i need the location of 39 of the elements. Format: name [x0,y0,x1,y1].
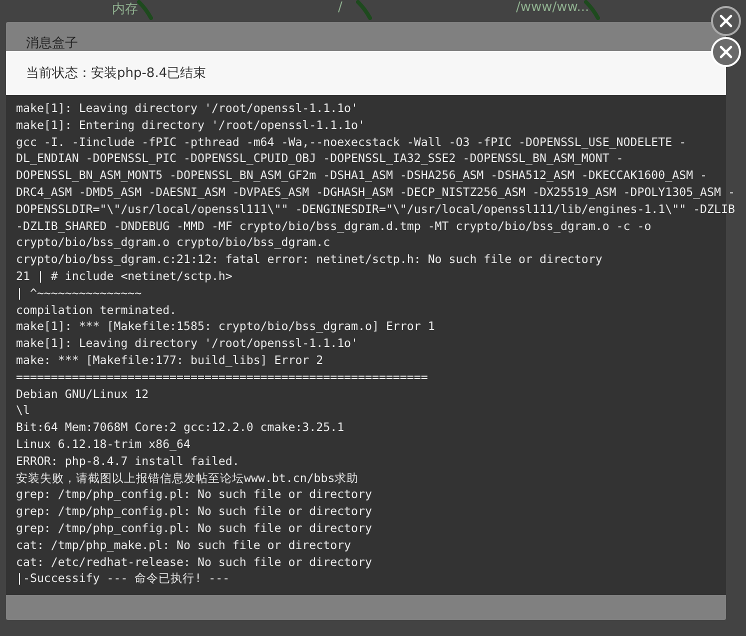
log-line: make: *** [Makefile:177: build_libs] Error 2 [16,352,324,369]
log-line: -DZLIB_SHARED -DNDEBUG -MMD -MF crypto/bio/bss_dgram.d.tmp -MT crypto/bio/bss_dgram.o -c -o [16,218,652,234]
log-line: cat: /tmp/php_make.pl: No such file or directory [16,536,352,554]
log-line: grep: /tmp/php_config.pl: No such file or directory [16,520,373,537]
gauge-label: / [338,0,342,15]
log-line: grep: /tmp/php_config.pl: No such file or directory [16,503,373,520]
log-line: cat: /etc/redhat-release: No such file or directory [16,554,373,570]
gauge-arc-icon [136,0,153,20]
close-button[interactable] [711,6,741,36]
log-line: |-Successify --- 命令已执行! --- [16,570,231,588]
log-line: =========================================================== [16,368,429,386]
log-line: crypto/bio/bss_dgram.c:21:12: fatal error: netinet/sctp.h: No such file or directory [16,251,604,268]
log-line: make[1]: *** [Makefile:1585: crypto/bio/bss_dgram.o] Error 1 [16,318,436,336]
log-line: DL_ENDIAN -DOPENSSL_PIC -DOPENSSL_CPUID_OBJ -DOPENSSL_IA32_SSE2 -DOPENSSL_BN_ASM_MONT - [16,150,624,168]
log-line: make[1]: Leaving directory '/root/openssl-1.1.1o' [16,335,360,352]
dialog-title: 消息盒子 [25,35,79,53]
log-line: make[1]: Entering directory '/root/openssl-1.1.1o' [16,116,366,134]
log-line: DRC4_ASM -DMD5_ASM -DAESNI_ASM -DVPAES_ASM -DGHASH_ASM -DECP_NISTZ256_ASM -DX25519_ASM -DPOLY1305_ASM - [16,184,735,201]
gauge-label: 内存 [112,1,138,18]
log-line: \l [16,402,31,420]
log-line: compilation terminated. [16,302,178,318]
log-line: Linux 6.12.18-trim x86_64 [16,436,192,453]
log-line: 安装失败，请截图以上报错信息发帖至论坛www.bt.cn/bbs求助 [16,470,360,486]
log-line: | ^~~~~~~~~~~~~~~~ [16,284,143,302]
gauge-label: /www/ww... [516,0,590,15]
log-line: Debian GNU/Linux 12 [16,386,150,402]
log-line: crypto/bio/bss_dgram.o crypto/bio/bss_dgram.c [16,234,332,252]
log-line: make[1]: Leaving directory '/root/openssl-1.1.1o' [16,100,360,117]
log-line: 21 | # include <netinet/sctp.h> [16,268,234,285]
close-icon [719,45,733,59]
log-line: ERROR: php-8.4.7 install failed. [16,452,240,470]
log-line: Bit:64 Mem:7068M Core:2 gcc:12.2.0 cmake:3.25.1 [16,419,346,436]
close-icon [719,14,733,28]
log-line: DOPENSSLDIR="\"/usr/local/openssl111\"" -DENGINESDIR="\"/usr/local/openssl111/lib/engines-1.1\"" -DZLIB [16,200,735,218]
log-line: DOPENSSL_BN_ASM_MONT5 -DOPENSSL_BN_ASM_GF2m -DSHA1_ASM -DSHA256_ASM -DSHA512_ASM -DKECCAK1600_ASM - [16,167,708,184]
gauge-arc-icon [356,0,372,20]
status-header: 当前状态：安装php-8.4已结束 [6,51,726,95]
log-line: gcc -I. -Iinclude -fPIC -pthread -m64 -Wa,--noexecstack -Wall -O3 -fPIC -DOPENSSL_USE_NODELETE - [16,134,688,150]
log-line: grep: /tmp/php_config.pl: No such file or directory [16,486,373,504]
